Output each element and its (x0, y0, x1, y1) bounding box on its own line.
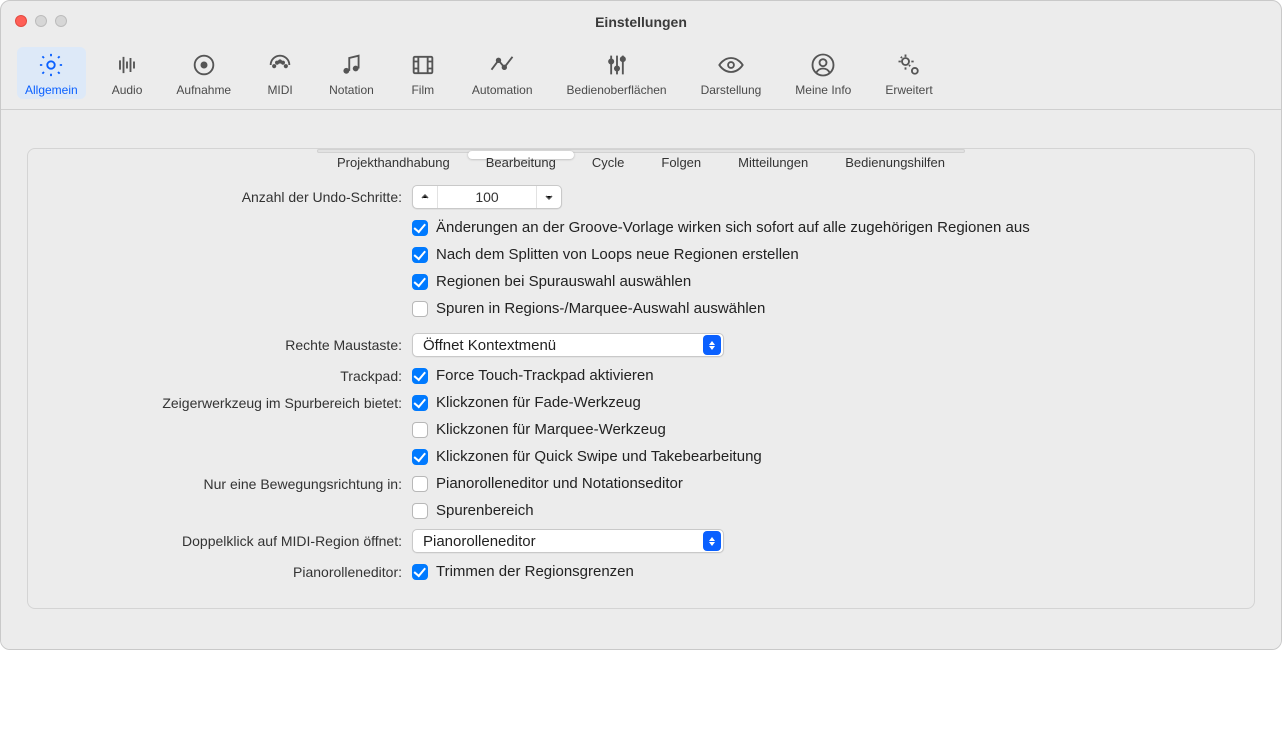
toolbar-label: Erweitert (885, 83, 932, 97)
minimize-button (35, 15, 47, 27)
checkbox-label: Trimmen der Regionsgrenzen (436, 563, 634, 580)
checkbox-select-regions[interactable] (412, 274, 428, 290)
checkbox-trim-region[interactable] (412, 564, 428, 580)
select-value: Pianorolleneditor (423, 533, 703, 550)
checkbox-quick-swipe[interactable] (412, 449, 428, 465)
record-icon (189, 51, 219, 79)
toolbar-item-myinfo[interactable]: Meine Info (787, 47, 859, 99)
midi-icon (265, 51, 295, 79)
pianoroll-label: Pianorolleneditor: (56, 564, 412, 580)
gears-icon (894, 51, 924, 79)
tab-editing[interactable]: Bearbeitung (468, 151, 574, 159)
pointer-tool-label: Zeigerwerkzeug im Spurbereich bietet: (56, 395, 412, 411)
double-click-midi-label: Doppelklick auf MIDI-Region öffnet: (56, 533, 412, 549)
checkbox-label: Klickzonen für Fade-Werkzeug (436, 394, 641, 411)
right-mouse-select[interactable]: Öffnet Kontextmenü (412, 333, 724, 357)
checkbox-label: Klickzonen für Quick Swipe und Takebearb… (436, 448, 762, 465)
toolbar-label: Audio (112, 83, 143, 97)
checkbox-select-tracks[interactable] (412, 301, 428, 317)
trackpad-label: Trackpad: (56, 368, 412, 384)
titlebar: Einstellungen (1, 1, 1281, 43)
toolbar: Allgemein Audio Aufnahme MIDI Notation (1, 43, 1281, 110)
content-area: Projekthandhabung Bearbeitung Cycle Folg… (1, 110, 1281, 649)
tab-chase[interactable]: Folgen (643, 151, 719, 159)
eye-icon (716, 51, 746, 79)
checkbox-marquee-tool[interactable] (412, 422, 428, 438)
select-arrows-icon (703, 335, 721, 355)
gear-icon (36, 51, 66, 79)
sliders-icon (602, 51, 632, 79)
toolbar-item-record[interactable]: Aufnahme (168, 47, 239, 99)
toolbar-item-display[interactable]: Darstellung (693, 47, 770, 99)
automation-icon (487, 51, 517, 79)
toolbar-label: Allgemein (25, 83, 78, 97)
tab-notifications[interactable]: Mitteilungen (720, 151, 826, 159)
select-arrows-icon (703, 531, 721, 551)
limit-direction-label: Nur eine Bewegungsrichtung in: (56, 476, 412, 492)
undo-steps-stepper[interactable]: 100 (412, 185, 562, 209)
checkbox-label: Regionen bei Spurauswahl auswählen (436, 273, 691, 290)
window-title: Einstellungen (595, 14, 687, 30)
tab-accessibility[interactable]: Bedienungshilfen (827, 151, 963, 159)
toolbar-item-film[interactable]: Film (400, 47, 446, 99)
notation-icon (336, 51, 366, 79)
undo-steps-label: Anzahl der Undo-Schritte: (56, 189, 412, 205)
toolbar-label: Darstellung (701, 83, 762, 97)
toolbar-label: Automation (472, 83, 533, 97)
window-controls (15, 15, 67, 27)
checkbox-tracks-area[interactable] (412, 503, 428, 519)
tab-segmented-control: Projekthandhabung Bearbeitung Cycle Folg… (317, 149, 965, 153)
toolbar-item-advanced[interactable]: Erweitert (877, 47, 940, 99)
checkbox-label: Spuren in Regions-/Marquee-Auswahl auswä… (436, 300, 765, 317)
checkbox-fade-tool[interactable] (412, 395, 428, 411)
toolbar-item-automation[interactable]: Automation (464, 47, 541, 99)
zoom-button (55, 15, 67, 27)
checkbox-label: Nach dem Splitten von Loops neue Regione… (436, 246, 799, 263)
checkbox-force-touch[interactable] (412, 368, 428, 384)
checkbox-groove-template[interactable] (412, 220, 428, 236)
stepper-decrement[interactable] (413, 186, 437, 208)
checkbox-split-loops[interactable] (412, 247, 428, 263)
checkbox-label: Änderungen an der Groove-Vorlage wirken … (436, 219, 1030, 236)
toolbar-label: Meine Info (795, 83, 851, 97)
checkbox-label: Force Touch-Trackpad aktivieren (436, 367, 654, 384)
right-mouse-label: Rechte Maustaste: (56, 337, 412, 353)
toolbar-item-audio[interactable]: Audio (104, 47, 151, 99)
select-value: Öffnet Kontextmenü (423, 337, 703, 354)
toolbar-item-surfaces[interactable]: Bedienoberflächen (559, 47, 675, 99)
double-click-midi-select[interactable]: Pianorolleneditor (412, 529, 724, 553)
person-circle-icon (808, 51, 838, 79)
undo-steps-value[interactable]: 100 (437, 186, 537, 208)
waveform-icon (112, 51, 142, 79)
checkbox-label: Pianorolleneditor und Notationseditor (436, 475, 683, 492)
close-button[interactable] (15, 15, 27, 27)
checkbox-label: Klickzonen für Marquee-Werkzeug (436, 421, 666, 438)
toolbar-label: Aufnahme (176, 83, 231, 97)
settings-panel: Projekthandhabung Bearbeitung Cycle Folg… (27, 148, 1255, 609)
toolbar-item-notation[interactable]: Notation (321, 47, 382, 99)
toolbar-label: MIDI (267, 83, 292, 97)
tab-project-handling[interactable]: Projekthandhabung (319, 151, 468, 159)
tab-cycle[interactable]: Cycle (574, 151, 643, 159)
toolbar-item-general[interactable]: Allgemein (17, 47, 86, 99)
checkbox-pianoroll-notation[interactable] (412, 476, 428, 492)
preferences-window: Einstellungen Allgemein Audio Aufnahme M… (0, 0, 1282, 650)
toolbar-label: Notation (329, 83, 374, 97)
stepper-increment[interactable] (537, 186, 561, 208)
toolbar-label: Bedienoberflächen (567, 83, 667, 97)
film-icon (408, 51, 438, 79)
checkbox-label: Spurenbereich (436, 502, 534, 519)
toolbar-item-midi[interactable]: MIDI (257, 47, 303, 99)
toolbar-label: Film (411, 83, 434, 97)
